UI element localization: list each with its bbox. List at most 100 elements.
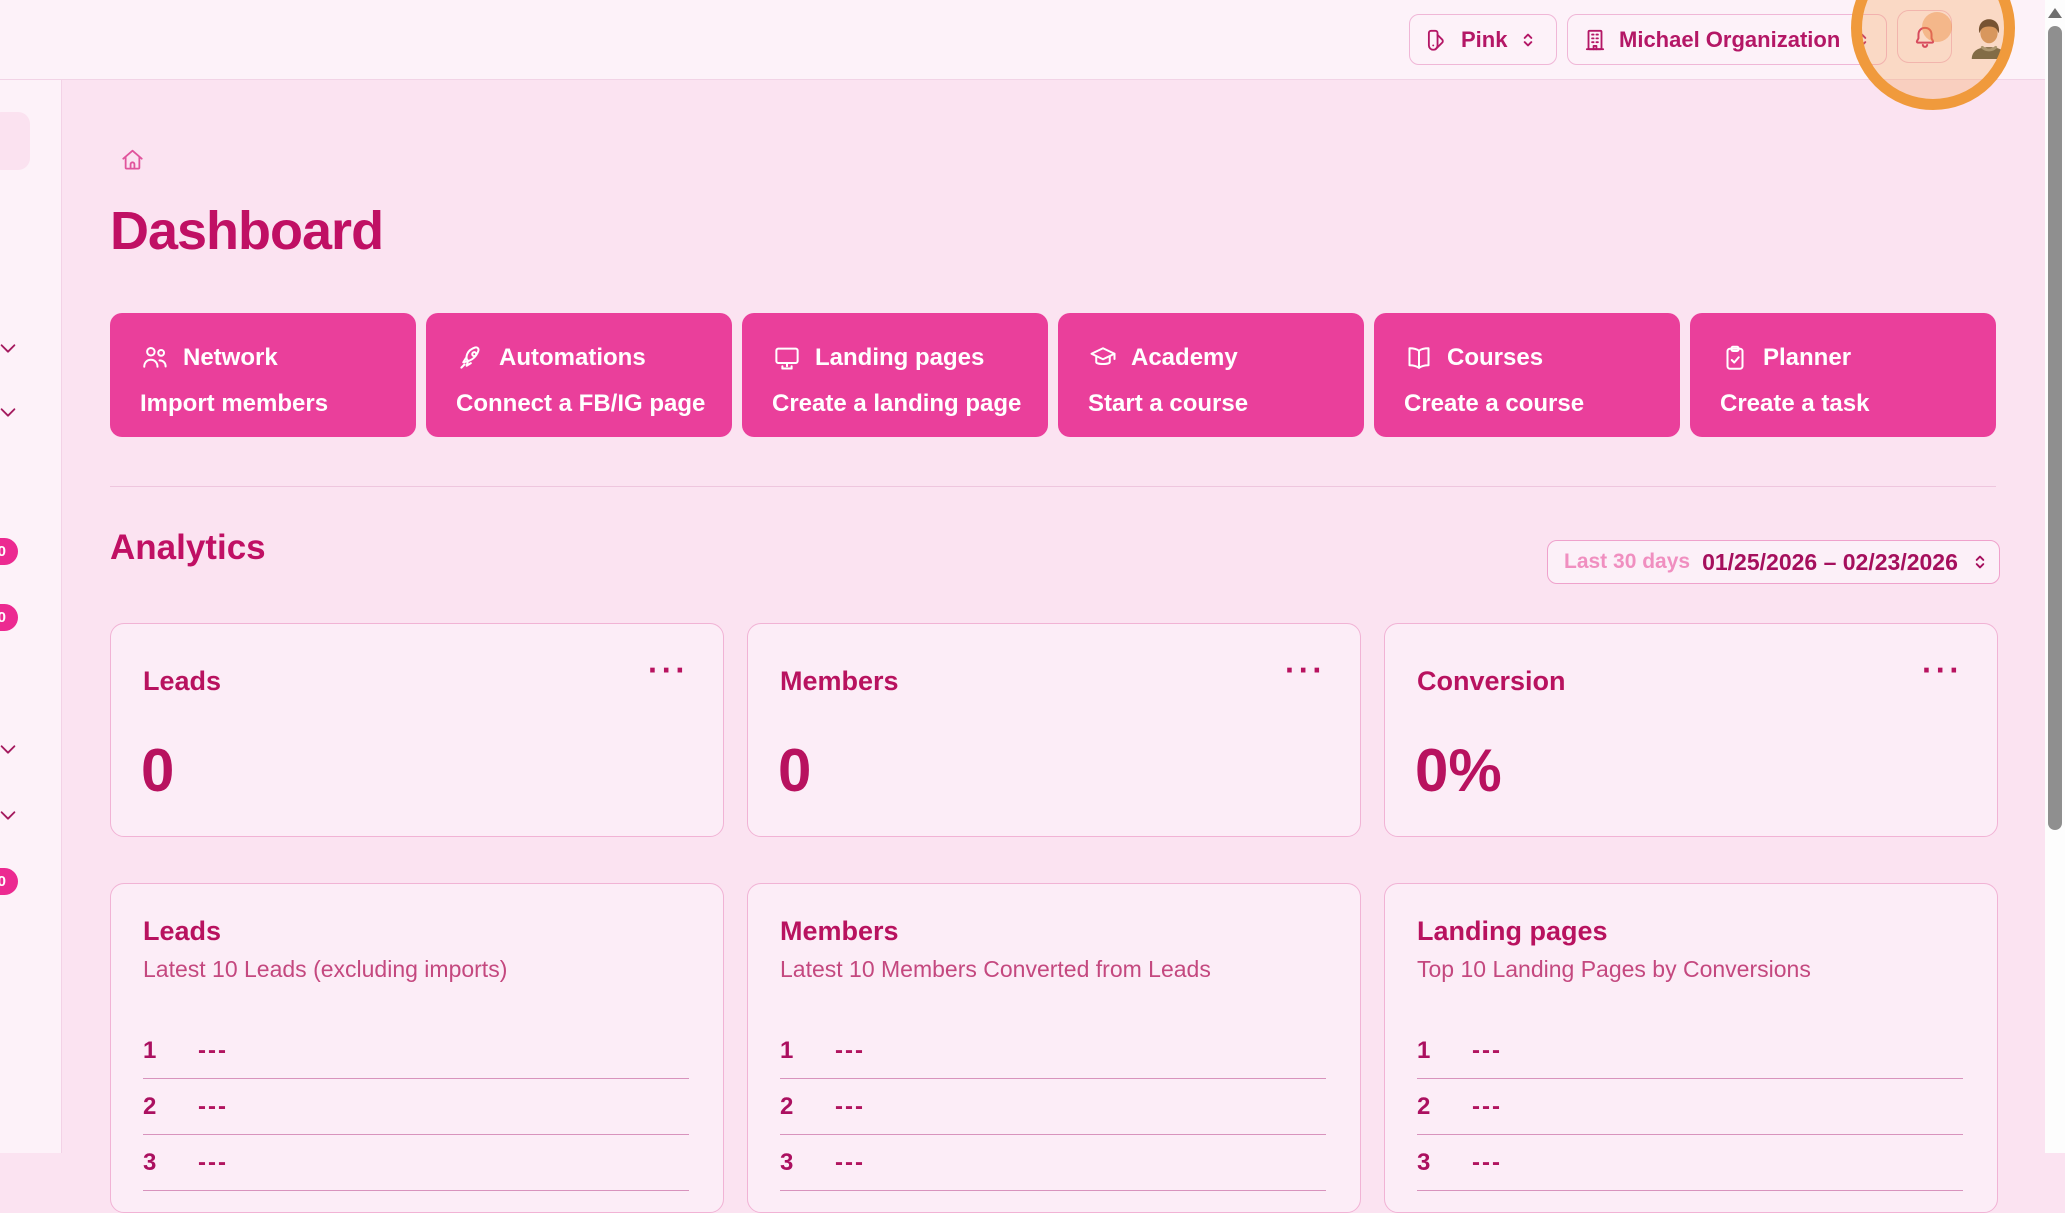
row-index: 1 (1417, 1037, 1472, 1065)
quick-action-academy[interactable]: Academy Start a course (1058, 313, 1364, 437)
theme-selector-label: Pink (1461, 27, 1507, 53)
page-title: Dashboard (110, 200, 383, 262)
stat-card-value: 0 (141, 736, 174, 805)
home-breadcrumb-icon[interactable] (119, 146, 146, 173)
row-index: 2 (143, 1093, 198, 1121)
list-item: 1 --- (780, 1023, 1326, 1079)
building-icon (1582, 27, 1608, 53)
list-item: 3 --- (143, 1135, 689, 1191)
sidebar-count-badge: 0 (0, 868, 18, 895)
theme-selector[interactable]: Pink (1409, 14, 1557, 65)
row-value: --- (198, 1037, 228, 1065)
vertical-scrollbar[interactable] (2045, 0, 2065, 1153)
quick-action-network[interactable]: Network Import members (110, 313, 416, 437)
open-book-icon (1404, 343, 1434, 373)
ellipsis-menu-icon[interactable]: ··· (1285, 654, 1326, 686)
rocket-icon (456, 343, 486, 373)
stat-card-members: Members ··· 0 (747, 623, 1361, 837)
chevron-down-icon[interactable] (0, 401, 19, 423)
ellipsis-menu-icon[interactable]: ··· (1922, 654, 1963, 686)
list-card-subtitle: Top 10 Landing Pages by Conversions (1417, 956, 1811, 983)
stat-card-leads: Leads ··· 0 (110, 623, 724, 837)
date-range-selector[interactable]: Last 30 days 01/25/2026 – 02/23/2026 (1547, 540, 2000, 584)
quick-action-courses[interactable]: Courses Create a course (1374, 313, 1680, 437)
quick-action-label: Connect a FB/IG page (456, 390, 705, 418)
people-icon (140, 343, 170, 373)
bell-icon (1911, 23, 1939, 51)
stat-card-conversion: Conversion ··· 0% (1384, 623, 1998, 837)
quick-action-title: Landing pages (815, 344, 984, 372)
list-item: 1 --- (143, 1023, 689, 1079)
chevron-up-down-icon (1518, 30, 1538, 50)
chevron-down-icon[interactable] (0, 738, 19, 760)
list-card-subtitle: Latest 10 Leads (excluding imports) (143, 956, 507, 983)
quick-action-title: Planner (1763, 344, 1851, 372)
stat-card-title: Leads (143, 666, 221, 697)
ellipsis-menu-icon[interactable]: ··· (648, 654, 689, 686)
quick-action-label: Start a course (1088, 390, 1248, 418)
row-value: --- (835, 1037, 865, 1065)
quick-action-label: Import members (140, 390, 328, 418)
sidebar-active-item[interactable] (0, 112, 30, 170)
quick-action-title: Automations (499, 344, 646, 372)
clipboard-check-icon (1720, 343, 1750, 373)
badge-count: 0 (0, 873, 6, 890)
badge-count: 0 (0, 543, 6, 560)
list-card-title: Leads (143, 916, 221, 947)
row-index: 1 (143, 1037, 198, 1065)
quick-action-landing-pages[interactable]: Landing pages Create a landing page (742, 313, 1048, 437)
list-item: 1 --- (1417, 1023, 1963, 1079)
quick-action-label: Create a course (1404, 390, 1584, 418)
list-item: 3 --- (1417, 1135, 1963, 1191)
quick-action-label: Create a task (1720, 390, 1869, 418)
chevron-up-down-icon (1970, 552, 1990, 572)
row-value: --- (835, 1093, 865, 1121)
row-index: 1 (780, 1037, 835, 1065)
badge-count: 0 (0, 609, 6, 626)
stat-card-title: Conversion (1417, 666, 1566, 697)
graduation-cap-icon (1088, 343, 1118, 373)
date-range-value: 01/25/2026 – 02/23/2026 (1702, 549, 1958, 576)
list-item: 2 --- (780, 1079, 1326, 1135)
chevron-up-down-icon (1852, 30, 1872, 50)
scroll-up-arrow-icon[interactable] (2048, 8, 2062, 18)
date-range-preset: Last 30 days (1564, 550, 1690, 574)
sidebar: 0 0 0 (0, 80, 62, 1153)
sidebar-count-badge: 0 (0, 538, 18, 565)
monitor-icon (772, 343, 802, 373)
list-item: 2 --- (1417, 1079, 1963, 1135)
swatch-icon (1424, 27, 1450, 53)
row-index: 2 (1417, 1093, 1472, 1121)
stat-card-title: Members (780, 666, 899, 697)
quick-action-automations[interactable]: Automations Connect a FB/IG page (426, 313, 732, 437)
quick-action-title: Network (183, 344, 278, 372)
quick-action-planner[interactable]: Planner Create a task (1690, 313, 1996, 437)
row-value: --- (1472, 1093, 1502, 1121)
list-item: 3 --- (780, 1135, 1326, 1191)
row-value: --- (198, 1093, 228, 1121)
top-bar: Pink Michael Organization (0, 0, 2065, 80)
list-item: 2 --- (143, 1079, 689, 1135)
chevron-down-icon[interactable] (0, 337, 19, 359)
organization-selector[interactable]: Michael Organization (1567, 14, 1887, 65)
list-card-subtitle: Latest 10 Members Converted from Leads (780, 956, 1211, 983)
list-card-landing-pages: Landing pages Top 10 Landing Pages by Co… (1384, 883, 1998, 1213)
stat-card-value: 0 (778, 736, 811, 805)
quick-action-title: Academy (1131, 344, 1238, 372)
analytics-heading: Analytics (110, 528, 266, 568)
stat-card-value: 0% (1415, 736, 1502, 805)
organization-selector-label: Michael Organization (1619, 27, 1841, 53)
row-index: 2 (780, 1093, 835, 1121)
chevron-down-icon[interactable] (0, 804, 19, 826)
sidebar-count-badge: 0 (0, 604, 18, 631)
list-card-title: Members (780, 916, 899, 947)
section-divider (110, 486, 1996, 487)
notifications-button[interactable] (1897, 10, 1952, 63)
quick-action-title: Courses (1447, 344, 1543, 372)
list-card-members: Members Latest 10 Members Converted from… (747, 883, 1361, 1213)
list-card-leads: Leads Latest 10 Leads (excluding imports… (110, 883, 724, 1213)
user-avatar[interactable] (1966, 14, 2012, 60)
list-card-title: Landing pages (1417, 916, 1608, 947)
row-value: --- (1472, 1037, 1502, 1065)
scrollbar-thumb[interactable] (2048, 26, 2062, 830)
